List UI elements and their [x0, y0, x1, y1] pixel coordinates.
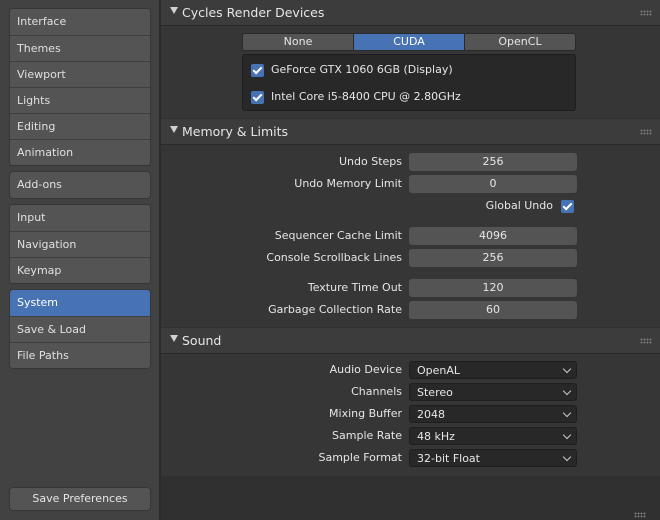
- channels-label: Channels: [351, 385, 402, 398]
- sample-rate-select[interactable]: 48 kHz: [409, 427, 577, 445]
- tab-opencl[interactable]: OpenCL: [464, 34, 575, 50]
- global-undo-label: Global Undo: [485, 199, 553, 212]
- sidebar-item-navigation[interactable]: Navigation: [10, 231, 150, 257]
- preferences-sidebar: Interface Themes Viewport Lights Editing…: [0, 0, 160, 520]
- panel-title-cycles: Cycles Render Devices: [182, 5, 325, 20]
- sidebar-item-themes[interactable]: Themes: [10, 35, 150, 61]
- panel-header-memory[interactable]: Memory & Limits: [161, 119, 660, 145]
- undo-steps-field[interactable]: 256: [409, 153, 577, 171]
- sample-format-value: 32-bit Float: [417, 452, 480, 465]
- device-type-tabs: None CUDA OpenCL: [242, 33, 576, 51]
- preferences-main: Cycles Render Devices None CUDA OpenCL G…: [161, 0, 660, 520]
- panel-body-cycles: None CUDA OpenCL GeForce GTX 1060 6GB (D…: [161, 26, 660, 118]
- checkbox-checked-icon[interactable]: [251, 63, 264, 77]
- channels-select[interactable]: Stereo: [409, 383, 577, 401]
- audio-device-label: Audio Device: [329, 363, 402, 376]
- mixing-buffer-value: 2048: [417, 408, 445, 421]
- drag-grip-icon[interactable]: [640, 10, 652, 16]
- sidebar-item-animation[interactable]: Animation: [10, 139, 150, 165]
- nav-group-input: Input Navigation Keymap: [9, 204, 151, 284]
- sequencer-cache-label: Sequencer Cache Limit: [274, 229, 402, 242]
- sidebar-item-input[interactable]: Input: [10, 205, 150, 231]
- panel-header-sound[interactable]: Sound: [161, 328, 660, 354]
- tab-cuda[interactable]: CUDA: [353, 34, 464, 50]
- sidebar-item-interface[interactable]: Interface: [10, 9, 150, 35]
- device-list: GeForce GTX 1060 6GB (Display) Intel Cor…: [242, 54, 576, 111]
- texture-timeout-label: Texture Time Out: [307, 281, 402, 294]
- sidebar-item-editing[interactable]: Editing: [10, 113, 150, 139]
- mixing-buffer-label: Mixing Buffer: [329, 407, 402, 420]
- sidebar-item-save-load[interactable]: Save & Load: [10, 316, 150, 342]
- device-row-cpu[interactable]: Intel Core i5-8400 CPU @ 2.80GHz: [251, 89, 461, 105]
- chevron-down-icon: [562, 364, 572, 374]
- undo-steps-label: Undo Steps: [338, 155, 402, 168]
- texture-timeout-field[interactable]: 120: [409, 279, 577, 297]
- drag-grip-icon[interactable]: [640, 338, 652, 344]
- sample-format-select[interactable]: 32-bit Float: [409, 449, 577, 467]
- collapse-triangle-icon: [170, 335, 178, 342]
- gc-rate-label: Garbage Collection Rate: [268, 303, 402, 316]
- save-preferences-button[interactable]: Save Preferences: [9, 487, 151, 511]
- tab-none[interactable]: None: [243, 34, 353, 50]
- checkbox-checked-icon[interactable]: [561, 199, 574, 213]
- audio-device-value: OpenAL: [417, 364, 461, 377]
- device-row-gpu[interactable]: GeForce GTX 1060 6GB (Display): [251, 62, 453, 78]
- sidebar-item-file-paths[interactable]: File Paths: [10, 342, 150, 368]
- sidebar-item-viewport[interactable]: Viewport: [10, 61, 150, 87]
- nav-group-addons: Add-ons: [9, 171, 151, 199]
- undo-memory-field[interactable]: 0: [409, 175, 577, 193]
- collapse-triangle-icon: [170, 7, 178, 14]
- device-label-cpu: Intel Core i5-8400 CPU @ 2.80GHz: [271, 90, 461, 103]
- device-label-gpu: GeForce GTX 1060 6GB (Display): [271, 63, 453, 76]
- sample-rate-label: Sample Rate: [332, 429, 402, 442]
- sample-format-label: Sample Format: [318, 451, 402, 464]
- console-scrollback-field[interactable]: 256: [409, 249, 577, 267]
- panel-title-sound: Sound: [182, 333, 222, 348]
- audio-device-select[interactable]: OpenAL: [409, 361, 577, 379]
- collapse-triangle-icon: [170, 126, 178, 133]
- panel-header-cycles[interactable]: Cycles Render Devices: [161, 0, 660, 26]
- chevron-down-icon: [562, 430, 572, 440]
- console-scrollback-label: Console Scrollback Lines: [266, 251, 402, 264]
- sidebar-item-lights[interactable]: Lights: [10, 87, 150, 113]
- drag-grip-icon[interactable]: [640, 129, 652, 135]
- nav-group-editing: Interface Themes Viewport Lights Editing…: [9, 8, 151, 166]
- mixing-buffer-select[interactable]: 2048: [409, 405, 577, 423]
- sample-rate-value: 48 kHz: [417, 430, 455, 443]
- sequencer-cache-field[interactable]: 4096: [409, 227, 577, 245]
- chevron-down-icon: [562, 408, 572, 418]
- nav-group-system: System Save & Load File Paths: [9, 289, 151, 369]
- chevron-down-icon: [562, 386, 572, 396]
- sidebar-item-keymap[interactable]: Keymap: [10, 257, 150, 283]
- channels-value: Stereo: [417, 386, 453, 399]
- chevron-down-icon: [562, 452, 572, 462]
- undo-memory-label: Undo Memory Limit: [294, 177, 402, 190]
- checkbox-checked-icon[interactable]: [251, 90, 264, 104]
- sidebar-item-system[interactable]: System: [10, 290, 150, 316]
- global-undo-toggle[interactable]: Global Undo: [486, 198, 574, 214]
- gc-rate-field[interactable]: 60: [409, 301, 577, 319]
- resize-grip-icon[interactable]: [634, 512, 646, 518]
- sidebar-item-add-ons[interactable]: Add-ons: [10, 172, 150, 198]
- panel-title-memory: Memory & Limits: [182, 124, 289, 139]
